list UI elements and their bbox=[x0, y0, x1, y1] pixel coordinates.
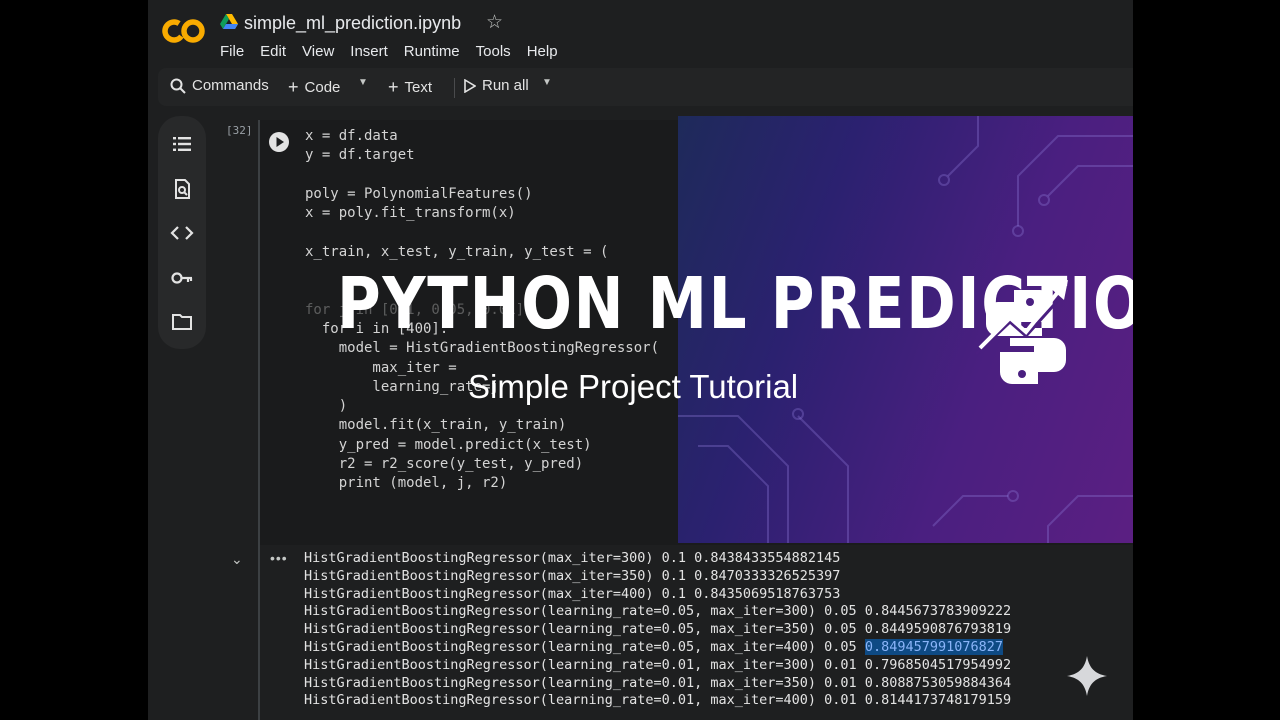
output-line: HistGradientBoostingRegressor(learning_r… bbox=[304, 621, 1012, 638]
code-line: poly = PolynomialFeatures() bbox=[305, 185, 533, 202]
colab-window: simple_ml_prediction.ipynb ☆ File Edit V… bbox=[148, 0, 1133, 720]
run-all-button[interactable]: Run all bbox=[464, 77, 529, 94]
play-icon bbox=[464, 78, 476, 93]
colab-logo[interactable] bbox=[162, 16, 206, 46]
run-all-dropdown[interactable]: ▼ bbox=[542, 77, 552, 88]
code-line: x_train, x_test, y_train, y_test = ( bbox=[305, 243, 609, 260]
run-all-label: Run all bbox=[482, 77, 529, 94]
output-line: HistGradientBoostingRegressor(max_iter=4… bbox=[304, 585, 841, 602]
output-actions-icon[interactable]: ••• bbox=[270, 550, 288, 566]
output-line: HistGradientBoostingRegressor(learning_r… bbox=[304, 674, 1012, 691]
text-label: Text bbox=[404, 79, 433, 96]
code-line: ) bbox=[305, 398, 348, 415]
code-line: x = df.data bbox=[305, 128, 398, 144]
toolbar-divider bbox=[454, 78, 455, 98]
add-text-button[interactable]: + Text bbox=[388, 77, 432, 98]
notebook-filename[interactable]: simple_ml_prediction.ipynb bbox=[244, 13, 461, 34]
python-growth-logo-icon bbox=[974, 280, 1068, 384]
cell-output-text[interactable]: HistGradientBoostingRegressor(max_iter=3… bbox=[304, 550, 1011, 710]
left-sidebar bbox=[158, 116, 206, 349]
caret-down-icon: ▼ bbox=[358, 77, 368, 88]
selected-output-value: 0.849457991076827 bbox=[864, 638, 1003, 655]
output-line: HistGradientBoostingRegressor(learning_r… bbox=[304, 656, 1012, 673]
menu-help[interactable]: Help bbox=[527, 43, 558, 60]
code-line: y_pred = model.predict(x_test) bbox=[305, 436, 592, 453]
code-dropdown[interactable]: ▼ bbox=[358, 77, 368, 88]
toolbar: Commands + Code ▼ + Text Run all ▼ bbox=[158, 68, 1133, 106]
add-code-button[interactable]: + Code bbox=[288, 77, 340, 98]
output-line: HistGradientBoostingRegressor(learning_r… bbox=[304, 603, 1012, 620]
output-line: HistGradientBoostingRegressor(learning_r… bbox=[304, 638, 857, 655]
run-cell-button[interactable] bbox=[268, 131, 290, 153]
code-line: print (model, j, r2) bbox=[305, 475, 508, 492]
code-line: y = df.target bbox=[305, 147, 415, 164]
plus-icon: + bbox=[288, 77, 299, 97]
collapse-output-chevron-icon[interactable]: ⌄ bbox=[231, 551, 243, 568]
code-label: Code bbox=[304, 79, 341, 96]
menu-insert[interactable]: Insert bbox=[350, 43, 388, 60]
output-line: HistGradientBoostingRegressor(learning_r… bbox=[304, 692, 1012, 709]
banner-subtitle: Simple Project Tutorial bbox=[468, 368, 799, 405]
code-snippets-icon[interactable] bbox=[170, 221, 194, 245]
gemini-sparkle-icon[interactable] bbox=[1066, 655, 1108, 697]
code-line: x = poly.fit_transform(x) bbox=[305, 205, 516, 222]
output-line: HistGradientBoostingRegressor(max_iter=3… bbox=[304, 567, 841, 584]
menu-bar: File Edit View Insert Runtime Tools Help bbox=[220, 43, 558, 60]
files-folder-icon[interactable] bbox=[170, 310, 194, 334]
menu-runtime[interactable]: Runtime bbox=[404, 43, 460, 60]
menu-edit[interactable]: Edit bbox=[260, 43, 286, 60]
menu-file[interactable]: File bbox=[220, 43, 244, 60]
caret-down-icon: ▼ bbox=[542, 77, 552, 88]
star-icon[interactable]: ☆ bbox=[486, 11, 503, 34]
secrets-key-icon[interactable] bbox=[170, 266, 194, 290]
menu-tools[interactable]: Tools bbox=[476, 43, 511, 60]
search-icon bbox=[170, 78, 186, 94]
code-line: max_iter = bbox=[305, 359, 457, 376]
code-line: model.fit(x_train, y_train) bbox=[305, 417, 567, 434]
output-line: HistGradientBoostingRegressor(max_iter=3… bbox=[304, 550, 841, 566]
code-line: r2 = r2_score(y_test, y_pred) bbox=[305, 456, 584, 473]
commands-button[interactable]: Commands bbox=[170, 77, 269, 94]
commands-label: Commands bbox=[192, 77, 269, 94]
menu-view[interactable]: View bbox=[302, 43, 334, 60]
find-replace-icon[interactable] bbox=[170, 177, 194, 201]
google-drive-icon[interactable] bbox=[220, 14, 238, 30]
execution-count: [32] bbox=[226, 124, 253, 137]
table-of-contents-icon[interactable] bbox=[170, 132, 194, 156]
plus-icon: + bbox=[388, 77, 399, 97]
